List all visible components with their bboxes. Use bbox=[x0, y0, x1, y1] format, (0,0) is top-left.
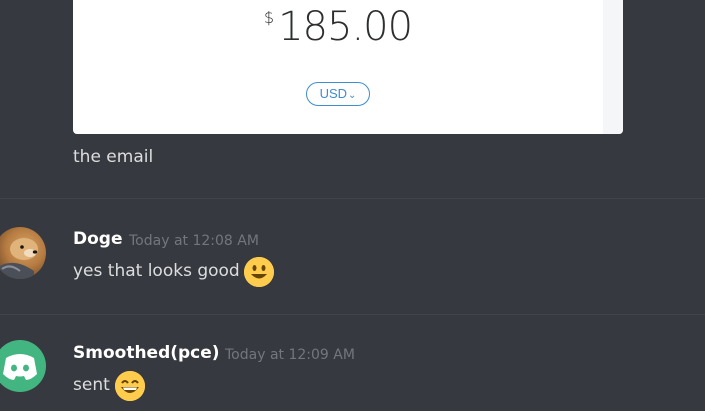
payment-embed-card: $185.00 USD⌄ bbox=[73, 0, 623, 134]
avatar[interactable] bbox=[0, 227, 46, 279]
currency-code: USD bbox=[319, 86, 348, 101]
currency-symbol: $ bbox=[263, 8, 275, 27]
timestamp: Today at 12:08 AM bbox=[129, 233, 259, 249]
message-text: sent bbox=[73, 375, 110, 395]
currency-dropdown[interactable]: USD⌄ bbox=[306, 82, 370, 106]
message-text: yes that looks good bbox=[73, 261, 240, 281]
username[interactable]: Smoothed(pce) bbox=[73, 343, 220, 363]
amount-value: 185.00 bbox=[278, 4, 413, 50]
avatar[interactable] bbox=[0, 340, 46, 392]
message-divider bbox=[0, 314, 705, 315]
smiley-emoji-icon bbox=[244, 257, 274, 287]
username[interactable]: Doge bbox=[73, 229, 123, 249]
doge-avatar-image bbox=[0, 238, 38, 279]
payment-amount: $185.00 bbox=[73, 4, 603, 50]
message-text: the email bbox=[73, 147, 154, 167]
discord-logo-icon bbox=[3, 354, 37, 380]
grinning-emoji-icon bbox=[115, 371, 145, 401]
chevron-down-icon: ⌄ bbox=[348, 90, 357, 101]
embed-side-strip bbox=[603, 0, 623, 134]
message-divider bbox=[0, 198, 705, 199]
timestamp: Today at 12:09 AM bbox=[225, 347, 355, 363]
